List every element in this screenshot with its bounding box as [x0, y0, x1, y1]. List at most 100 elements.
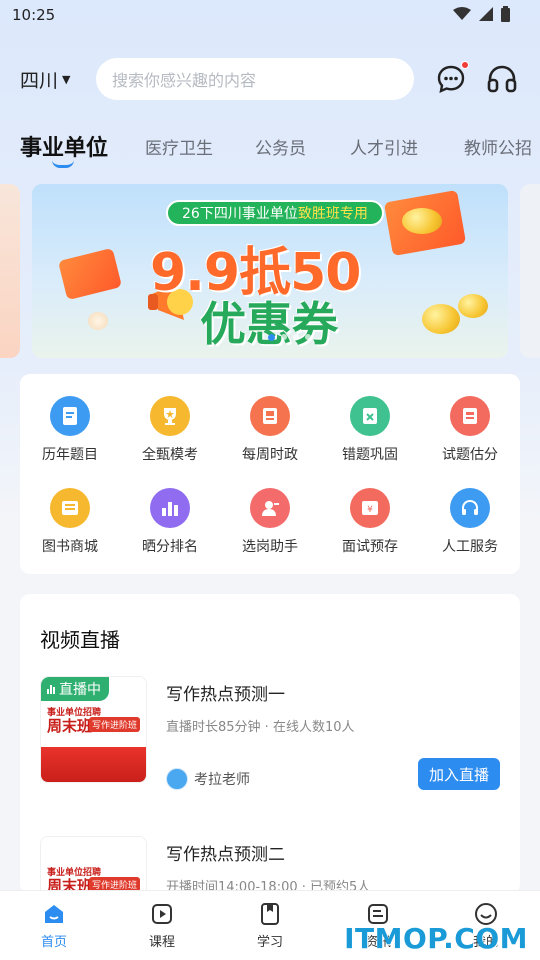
teacher-name: 考拉老师	[194, 772, 250, 788]
coin-decoration	[458, 294, 488, 318]
live-thumbnail[interactable]: 事业单位招聘 周末班 写作进阶班 直播中	[40, 676, 147, 783]
watermark: ITMOP.COM	[344, 922, 528, 955]
live-item[interactable]: 事业单位招聘 周末班 写作进阶班 直播中 写作热点预测一 直播时长85分钟 · …	[40, 676, 520, 892]
banner-next-peek[interactable]	[520, 184, 540, 358]
live-item-title[interactable]: 写作热点预测一	[166, 680, 285, 705]
live-item-title[interactable]: 写作热点预测二	[166, 840, 285, 865]
feature-label: 历年题目	[42, 447, 98, 463]
feature-label: 晒分排名	[142, 539, 198, 555]
tab-gongwuyuan[interactable]: 公务员	[255, 134, 306, 159]
headset-icon	[450, 488, 490, 528]
thumbnail-line2: 周末班	[47, 717, 93, 735]
teacher-info: 考拉老师	[166, 768, 250, 790]
banner-carousel: 26下四川事业单位 致胜班专用 9.9抵50 优惠券	[0, 184, 540, 360]
home-icon	[45, 905, 63, 923]
feature-label: 试题估分	[442, 447, 498, 463]
status-bar: 10:25	[0, 0, 540, 34]
feature-weekly-news[interactable]: 每周时政	[220, 396, 320, 486]
feature-mock-exam[interactable]: 全甄模考	[120, 396, 220, 486]
feature-label: 人工服务	[442, 539, 498, 555]
top-bar: 四川 ▼ 搜索你感兴趣的内容	[0, 56, 540, 102]
feature-label: 图书商城	[42, 539, 98, 555]
banner-tag-highlight: 致胜班专用	[297, 206, 368, 222]
notification-dot	[461, 61, 469, 69]
bookstore-icon	[50, 488, 90, 528]
live-badge: 直播中	[41, 677, 109, 701]
coin-decoration	[422, 304, 460, 334]
battery-icon	[501, 6, 510, 22]
feature-bookstore[interactable]: 图书商城	[20, 488, 120, 578]
study-icon	[261, 903, 279, 925]
status-icons	[453, 6, 510, 22]
document-icon	[50, 396, 90, 436]
feature-wrong-questions[interactable]: 错题巩固	[320, 396, 420, 486]
trophy-icon	[150, 396, 190, 436]
coin-decoration	[88, 312, 108, 330]
feature-label: 全甄模考	[142, 447, 198, 463]
feature-past-exams[interactable]: 历年题目	[20, 396, 120, 486]
banner-subheadline: 优惠券	[200, 297, 338, 351]
feature-job-assistant[interactable]: 选岗助手	[220, 488, 320, 578]
category-tabs: 事业单位 医疗卫生 公务员 人才引进 教师公招	[0, 130, 540, 174]
search-placeholder: 搜索你感兴趣的内容	[112, 71, 257, 90]
thumbnail-footer	[41, 747, 146, 782]
live-bars-icon	[47, 684, 55, 694]
ticket-decoration	[57, 247, 123, 301]
error-book-icon	[350, 396, 390, 436]
ranking-icon	[150, 488, 190, 528]
caret-down-icon: ▼	[62, 73, 71, 86]
nav-course[interactable]: 课程	[122, 901, 202, 950]
carousel-dot[interactable]	[293, 334, 299, 340]
carousel-dot[interactable]	[305, 334, 311, 340]
feature-interview-deposit[interactable]: ¥ 面试预存	[320, 488, 420, 578]
feature-score-estimate[interactable]: 试题估分	[420, 396, 520, 486]
search-input[interactable]: 搜索你感兴趣的内容	[96, 58, 414, 100]
tab-yiliao[interactable]: 医疗卫生	[145, 134, 213, 159]
customer-service-icon[interactable]	[486, 64, 518, 94]
feature-label: 错题巩固	[342, 447, 398, 463]
message-icon[interactable]	[436, 64, 466, 94]
feature-label: 每周时政	[242, 447, 298, 463]
signal-icon	[479, 7, 493, 21]
tab-jiaoshi[interactable]: 教师公招	[464, 134, 532, 159]
feature-human-service[interactable]: 人工服务	[420, 488, 520, 578]
live-item-meta: 直播时长85分钟 · 在线人数10人	[166, 720, 355, 735]
banner-tag-prefix: 26下四川事业单位	[182, 206, 298, 222]
ticket-icon: ¥	[350, 488, 390, 528]
book-icon	[250, 396, 290, 436]
carousel-dot[interactable]	[281, 334, 287, 340]
status-time: 10:25	[12, 6, 56, 24]
banner-prev-peek[interactable]	[0, 184, 20, 358]
live-item[interactable]: 事业单位招聘 周末班 写作进阶班 写作热点预测二 开播时间14:00-18:00…	[40, 836, 500, 894]
region-label: 四川	[20, 70, 59, 92]
course-icon	[152, 904, 172, 924]
banner-tag: 26下四川事业单位 致胜班专用	[166, 200, 384, 226]
tab-rencai[interactable]: 人才引进	[350, 134, 418, 159]
live-section: 视频直播 事业单位招聘 周末班 写作进阶班 直播中 写作热点预测一 直播时长85…	[20, 594, 520, 894]
region-selector[interactable]: 四川 ▼	[20, 66, 70, 93]
carousel-dots	[268, 334, 311, 341]
svg-text:¥: ¥	[367, 505, 373, 515]
nav-study[interactable]: 学习	[230, 901, 310, 950]
join-live-button[interactable]: 加入直播	[418, 758, 500, 790]
nav-label: 学习	[256, 935, 283, 950]
wifi-icon	[453, 7, 471, 20]
live-badge-label: 直播中	[59, 682, 101, 698]
feature-label: 面试预存	[342, 539, 398, 555]
carousel-dot[interactable]	[268, 334, 275, 341]
feature-ranking[interactable]: 晒分排名	[120, 488, 220, 578]
tab-shiye[interactable]: 事业单位	[20, 130, 108, 162]
nav-label: 首页	[40, 935, 67, 950]
feature-grid: 历年题目 全甄模考 每周时政 错题巩固 试题估分 图书商城 晒分排名 选岗助手 …	[20, 374, 520, 574]
section-title: 视频直播	[40, 628, 120, 652]
assistant-icon	[250, 488, 290, 528]
coin-decoration	[402, 208, 442, 234]
promo-banner[interactable]: 26下四川事业单位 致胜班专用 9.9抵50 优惠券	[32, 184, 508, 358]
thumbnail-tag: 写作进阶班	[89, 717, 141, 732]
nav-home[interactable]: 首页	[14, 901, 94, 950]
live-thumbnail[interactable]: 事业单位招聘 周末班 写作进阶班	[40, 836, 147, 894]
nav-label: 课程	[148, 935, 175, 950]
feature-label: 选岗助手	[242, 539, 298, 555]
avatar	[166, 768, 188, 790]
score-icon	[450, 396, 490, 436]
